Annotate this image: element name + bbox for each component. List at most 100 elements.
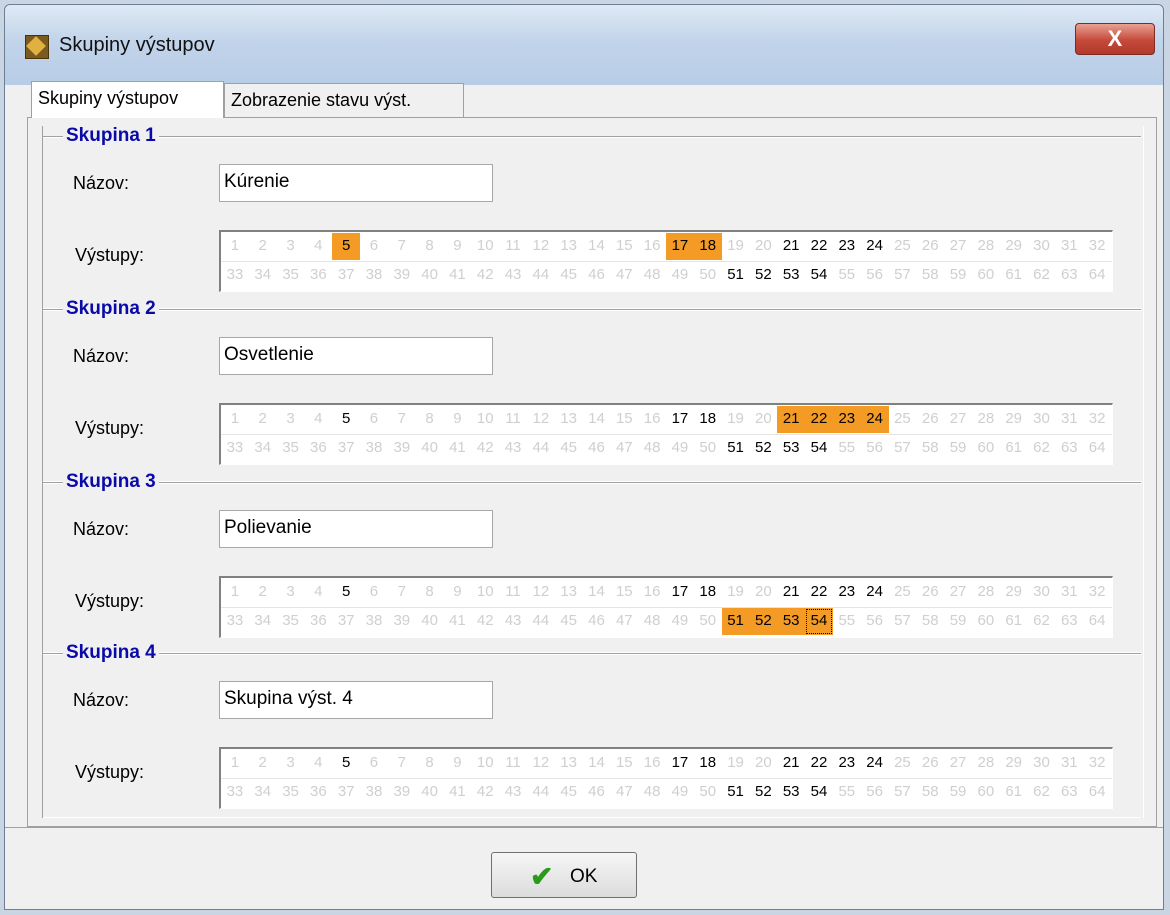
output-cell-64[interactable]: 64 xyxy=(1083,608,1111,635)
output-cell-26[interactable]: 26 xyxy=(916,233,944,260)
output-cell-42[interactable]: 42 xyxy=(471,262,499,289)
tab-zobrazenie-stavu[interactable]: Zobrazenie stavu výst. xyxy=(224,83,464,117)
output-cell-49[interactable]: 49 xyxy=(666,779,694,806)
output-cell-51[interactable]: 51 xyxy=(722,262,750,289)
output-cell-63[interactable]: 63 xyxy=(1055,779,1083,806)
output-cell-52[interactable]: 52 xyxy=(749,262,777,289)
output-cell-21[interactable]: 21 xyxy=(777,750,805,777)
output-cell-13[interactable]: 13 xyxy=(555,406,583,433)
output-cell-39[interactable]: 39 xyxy=(388,435,416,462)
output-cell-30[interactable]: 30 xyxy=(1028,406,1056,433)
output-cell-59[interactable]: 59 xyxy=(944,262,972,289)
output-cell-51[interactable]: 51 xyxy=(722,435,750,462)
output-cell-12[interactable]: 12 xyxy=(527,406,555,433)
output-cell-34[interactable]: 34 xyxy=(249,779,277,806)
output-cell-56[interactable]: 56 xyxy=(861,779,889,806)
output-cell-41[interactable]: 41 xyxy=(444,262,472,289)
output-cell-11[interactable]: 11 xyxy=(499,406,527,433)
output-cell-35[interactable]: 35 xyxy=(277,435,305,462)
output-cell-1[interactable]: 1 xyxy=(221,233,249,260)
output-cell-20[interactable]: 20 xyxy=(749,750,777,777)
output-cell-28[interactable]: 28 xyxy=(972,579,1000,606)
output-cell-59[interactable]: 59 xyxy=(944,779,972,806)
output-cell-60[interactable]: 60 xyxy=(972,608,1000,635)
output-cell-33[interactable]: 33 xyxy=(221,779,249,806)
output-cell-4[interactable]: 4 xyxy=(304,233,332,260)
output-cell-11[interactable]: 11 xyxy=(499,233,527,260)
output-cell-62[interactable]: 62 xyxy=(1028,435,1056,462)
output-cell-7[interactable]: 7 xyxy=(388,406,416,433)
output-cell-59[interactable]: 59 xyxy=(944,435,972,462)
output-cell-25[interactable]: 25 xyxy=(889,233,917,260)
output-cell-32[interactable]: 32 xyxy=(1083,406,1111,433)
output-cell-41[interactable]: 41 xyxy=(444,435,472,462)
output-cell-58[interactable]: 58 xyxy=(916,608,944,635)
output-cell-26[interactable]: 26 xyxy=(916,579,944,606)
output-cell-9[interactable]: 9 xyxy=(444,750,472,777)
output-cell-12[interactable]: 12 xyxy=(527,750,555,777)
output-cell-54[interactable]: 54 xyxy=(805,435,833,462)
output-cell-44[interactable]: 44 xyxy=(527,608,555,635)
output-cell-25[interactable]: 25 xyxy=(889,406,917,433)
output-cell-50[interactable]: 50 xyxy=(694,435,722,462)
output-cell-45[interactable]: 45 xyxy=(555,608,583,635)
output-cell-58[interactable]: 58 xyxy=(916,435,944,462)
output-cell-14[interactable]: 14 xyxy=(583,233,611,260)
output-cell-22[interactable]: 22 xyxy=(805,406,833,433)
output-cell-13[interactable]: 13 xyxy=(555,579,583,606)
output-cell-39[interactable]: 39 xyxy=(388,608,416,635)
output-cell-63[interactable]: 63 xyxy=(1055,435,1083,462)
output-cell-6[interactable]: 6 xyxy=(360,579,388,606)
output-cell-56[interactable]: 56 xyxy=(861,435,889,462)
output-cell-40[interactable]: 40 xyxy=(416,435,444,462)
output-cell-7[interactable]: 7 xyxy=(388,579,416,606)
output-cell-21[interactable]: 21 xyxy=(777,579,805,606)
output-cell-40[interactable]: 40 xyxy=(416,608,444,635)
output-cell-51[interactable]: 51 xyxy=(722,779,750,806)
output-cell-33[interactable]: 33 xyxy=(221,262,249,289)
output-cell-54[interactable]: 54 xyxy=(805,608,833,635)
output-cell-43[interactable]: 43 xyxy=(499,262,527,289)
output-cell-17[interactable]: 17 xyxy=(666,406,694,433)
output-cell-10[interactable]: 10 xyxy=(471,233,499,260)
output-cell-16[interactable]: 16 xyxy=(638,750,666,777)
output-cell-48[interactable]: 48 xyxy=(638,608,666,635)
output-cell-23[interactable]: 23 xyxy=(833,233,861,260)
output-cell-13[interactable]: 13 xyxy=(555,750,583,777)
output-cell-14[interactable]: 14 xyxy=(583,750,611,777)
output-cell-44[interactable]: 44 xyxy=(527,779,555,806)
output-cell-47[interactable]: 47 xyxy=(610,779,638,806)
output-cell-29[interactable]: 29 xyxy=(1000,579,1028,606)
output-cell-62[interactable]: 62 xyxy=(1028,608,1056,635)
output-cell-18[interactable]: 18 xyxy=(693,233,722,260)
output-cell-28[interactable]: 28 xyxy=(972,233,1000,260)
output-cell-64[interactable]: 64 xyxy=(1083,779,1111,806)
output-cell-37[interactable]: 37 xyxy=(332,435,360,462)
output-cell-61[interactable]: 61 xyxy=(1000,435,1028,462)
output-cell-62[interactable]: 62 xyxy=(1028,262,1056,289)
output-cell-50[interactable]: 50 xyxy=(694,608,722,635)
output-cell-27[interactable]: 27 xyxy=(944,233,972,260)
output-cell-42[interactable]: 42 xyxy=(471,435,499,462)
output-cell-28[interactable]: 28 xyxy=(972,750,1000,777)
output-cell-2[interactable]: 2 xyxy=(249,233,277,260)
output-cell-49[interactable]: 49 xyxy=(666,435,694,462)
output-cell-55[interactable]: 55 xyxy=(833,608,861,635)
output-cell-9[interactable]: 9 xyxy=(444,233,472,260)
output-cell-46[interactable]: 46 xyxy=(583,779,611,806)
output-cell-32[interactable]: 32 xyxy=(1083,233,1111,260)
output-cell-18[interactable]: 18 xyxy=(694,579,722,606)
output-cell-10[interactable]: 10 xyxy=(471,406,499,433)
output-cell-8[interactable]: 8 xyxy=(416,233,444,260)
output-cell-19[interactable]: 19 xyxy=(722,406,750,433)
output-cell-24[interactable]: 24 xyxy=(861,579,889,606)
output-cell-63[interactable]: 63 xyxy=(1055,608,1083,635)
output-cell-35[interactable]: 35 xyxy=(277,779,305,806)
output-cell-7[interactable]: 7 xyxy=(388,233,416,260)
output-cell-6[interactable]: 6 xyxy=(360,406,388,433)
output-cell-29[interactable]: 29 xyxy=(1000,406,1028,433)
output-cell-48[interactable]: 48 xyxy=(638,779,666,806)
output-cell-9[interactable]: 9 xyxy=(444,406,472,433)
output-cell-20[interactable]: 20 xyxy=(749,406,777,433)
output-cell-8[interactable]: 8 xyxy=(416,579,444,606)
